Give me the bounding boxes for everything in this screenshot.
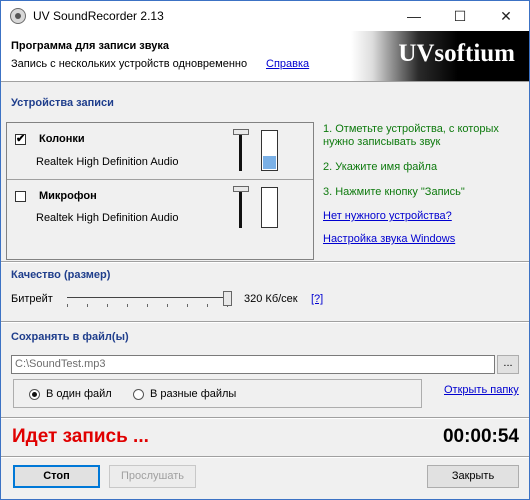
window-title: UV SoundRecorder 2.13 [33,9,164,23]
instruction-step-1: 1. Отметьте устройства, с которых нужно … [323,123,499,148]
radio-multiple-files[interactable] [133,389,144,400]
radio-multiple-files-label[interactable]: В разные файлы [150,388,236,400]
app-icon [10,8,26,24]
volume-slider-speakers[interactable] [239,133,242,171]
separator [1,261,529,263]
logo: UVsoftium [351,31,529,81]
sound-settings-link[interactable]: Настройка звука Windows [323,233,455,245]
separator [1,321,529,323]
bitrate-label: Битрейт [11,293,53,305]
maximize-button[interactable]: ☐ [437,1,483,31]
logo-text: UVsoftium [398,40,515,67]
minimize-button[interactable]: — [391,1,437,31]
slider-tick [127,304,128,307]
device-row-microphone[interactable]: Микрофон Realtek High Definition Audio [7,180,313,236]
separator [1,417,529,419]
help-link[interactable]: Справка [266,58,309,70]
device-checkbox-microphone[interactable] [15,191,26,202]
volume-slider-microphone[interactable] [239,190,242,228]
header-subtitle: Запись с нескольких устройств одновремен… [11,58,248,70]
quality-section-title: Качество (размер) [11,269,111,281]
stop-button[interactable]: Стоп [13,465,100,488]
recording-timer: 00:00:54 [442,426,519,447]
device-row-speakers[interactable]: ✔ Колонки Realtek High Definition Audio [7,123,313,179]
device-list: ✔ Колонки Realtek High Definition Audio … [6,122,314,260]
instruction-step-3: 3. Нажмите кнопку "Запись" [323,186,465,198]
title-bar: UV SoundRecorder 2.13 — ☐ ✕ [1,1,529,31]
radio-single-file[interactable] [29,389,40,400]
bitrate-slider-thumb[interactable] [223,291,232,306]
slider-tick [67,304,68,307]
volume-thumb-microphone[interactable] [233,186,249,192]
radio-single-file-label[interactable]: В один файл [46,388,112,400]
slider-tick [107,304,108,307]
device-checkbox-speakers[interactable]: ✔ [15,134,26,145]
device-driver-speakers: Realtek High Definition Audio [36,156,179,168]
slider-tick [167,304,168,307]
browse-button[interactable]: ... [497,355,519,374]
app-window: UV SoundRecorder 2.13 — ☐ ✕ Программа дл… [0,0,530,500]
recording-status: Идет запись ... [12,426,149,447]
file-mode-group: В один файл В разные файлы [13,379,422,408]
level-meter-microphone [261,187,278,228]
header-banner: Программа для записи звука Запись с неск… [1,31,529,82]
instruction-step-2: 2. Укажите имя файла [323,161,438,173]
open-folder-link[interactable]: Открыть папку [444,384,519,396]
header-title: Программа для записи звука [11,40,169,52]
slider-tick [207,304,208,307]
bitrate-help-link[interactable]: [?] [311,293,323,305]
file-path-input[interactable]: C:\SoundTest.mp3 [11,355,495,374]
slider-tick [187,304,188,307]
save-section-title: Сохранять в файл(ы) [11,331,129,343]
bitrate-value: 320 Кб/сек [244,293,298,305]
separator [1,456,529,458]
device-name-microphone: Микрофон [39,190,97,202]
close-button[interactable]: Закрыть [427,465,519,488]
device-driver-microphone: Realtek High Definition Audio [36,212,179,224]
device-name-speakers: Колонки [39,133,85,145]
play-button[interactable]: Прослушать [109,465,196,488]
level-meter-fill-speakers [263,156,276,169]
devices-section-title: Устройства записи [11,97,114,109]
slider-tick [87,304,88,307]
level-meter-speakers [261,130,278,171]
no-device-link[interactable]: Нет нужного устройства? [323,210,452,222]
close-window-button[interactable]: ✕ [483,1,529,31]
volume-thumb-speakers[interactable] [233,129,249,135]
bitrate-slider[interactable] [67,297,229,298]
slider-tick [147,304,148,307]
